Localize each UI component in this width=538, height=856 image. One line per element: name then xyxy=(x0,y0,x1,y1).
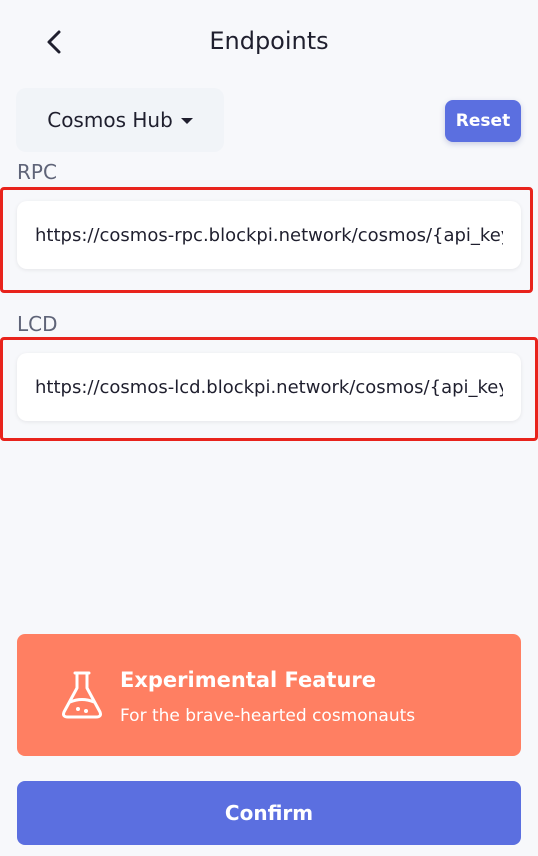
confirm-button[interactable]: Confirm xyxy=(17,781,521,845)
rpc-label: RPC xyxy=(17,160,57,184)
experimental-feature-banner: Experimental Feature For the brave-heart… xyxy=(17,634,521,756)
experimental-subtitle: For the brave-hearted cosmonauts xyxy=(120,706,416,726)
chain-selector-dropdown[interactable]: Cosmos Hub xyxy=(16,88,224,152)
lcd-label: LCD xyxy=(17,312,58,336)
experimental-title: Experimental Feature xyxy=(120,668,377,692)
endpoints-screen: Endpoints Cosmos Hub Reset RPC LCD Exper… xyxy=(0,0,538,856)
reset-button[interactable]: Reset xyxy=(445,100,521,142)
chain-selector-label: Cosmos Hub xyxy=(47,108,173,132)
lcd-input-container xyxy=(17,353,521,421)
rpc-endpoint-input[interactable] xyxy=(35,224,503,246)
caret-down-icon xyxy=(180,118,193,124)
lcd-endpoint-input[interactable] xyxy=(35,376,503,398)
flask-icon xyxy=(62,671,102,719)
rpc-input-container xyxy=(17,201,521,269)
page-title: Endpoints xyxy=(209,27,329,55)
